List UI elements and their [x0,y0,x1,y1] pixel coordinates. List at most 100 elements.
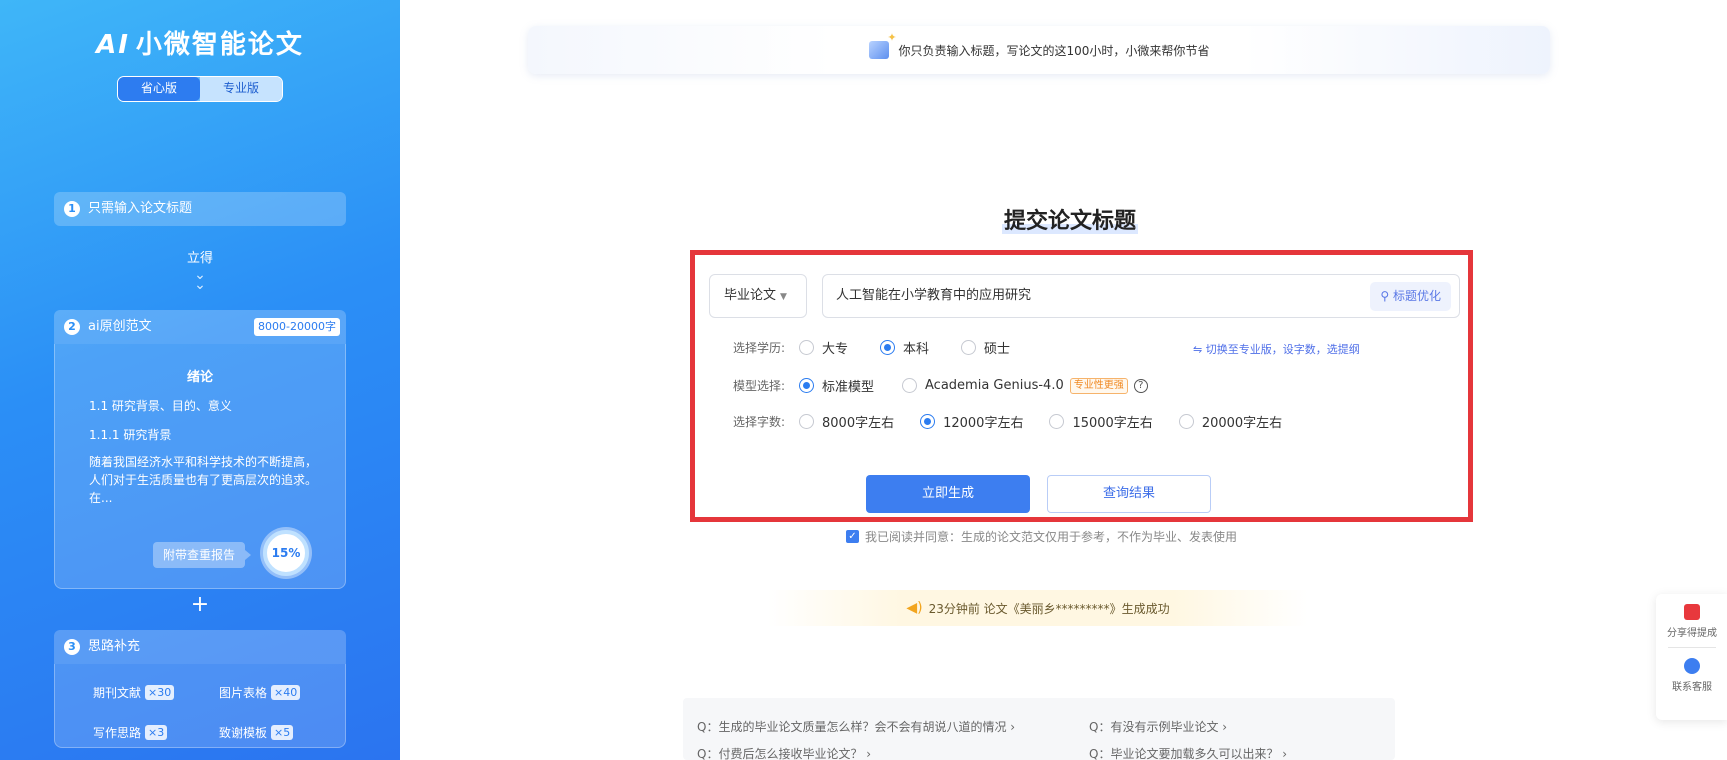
caret-down-icon: ▼ [780,292,787,302]
essay-subsection: 1.1.1 研究背景 [89,428,172,442]
idea-item: 写作思路 ×3 [93,719,219,748]
radio-dot [1178,414,1194,429]
radio-words-20000[interactable]: 20000字左右 [1178,412,1283,431]
radio-words-8000[interactable]: 8000字左右 [799,412,894,431]
step-2-bar: 2 ai原创范文 8000-20000字 [54,310,346,344]
word-count-row: 选择字数: 8000字左右 12000字左右 15000字左右 20000字左右 [695,412,1314,431]
radio-words-15000[interactable]: 15000字左右 [1049,412,1153,431]
pro-badge: 专业性更强 [1069,377,1128,394]
step-number: 2 [64,319,80,335]
essay-preview-card: 绪论 1.1 研究背景、目的、意义 1.1.1 研究背景 随着我国经济水平和科学… [54,344,346,589]
radio-dot [799,414,814,429]
radio-dot [1049,414,1065,429]
radio-model-academia-genius[interactable]: Academia Genius-4.0 [902,378,1064,393]
radio-label: 本科 [903,342,930,357]
idea-count: ×40 [271,684,301,700]
radio-dot [902,378,918,393]
similarity-percent-badge: 15% [263,530,309,576]
idea-item: 期刊文献 ×30 [93,678,219,707]
agreement-text: 我已阅读并同意：生成的论文范文仅用于参考，不作为毕业、发表使用 [865,530,1238,544]
radio-label: 标准模型 [822,380,875,395]
step-2-label: ai原创范文 [88,319,152,334]
ideas-grid: 期刊文献 ×30 图片表格 ×40 写作思路 ×3 致谢模板 ×5 [54,664,346,748]
essay-heading: 绪论 [186,370,213,385]
step-number: 3 [64,639,80,655]
switch-icon: ⇋ [1193,343,1206,356]
faq-item[interactable]: Q：毕业论文要加载多久可以出来？ › [1089,745,1409,760]
contact-service-button[interactable]: 联系客服 [1656,658,1727,693]
page-title-text: 提交论文标题 [1001,209,1138,234]
optimize-title-button[interactable]: ⚲ 标题优化 [1370,282,1451,311]
radio-education-bachelor[interactable]: 本科 [880,338,929,357]
radio-label: Academia Genius-4.0 [925,378,1064,393]
idea-label: 图片表格 [219,685,268,700]
idea-label: 期刊文献 [93,685,142,700]
notice-text: 23分钟前 论文《美丽乡*********》生成成功 [928,601,1170,616]
thesis-type-value: 毕业论文 [724,288,777,303]
radio-label: 15000字左右 [1072,416,1153,431]
banner-text: 你只负责输入标题，写论文的这100小时，小微来帮你节省 [898,43,1210,58]
radio-words-12000[interactable]: 12000字左右 [920,412,1023,431]
divider [1668,647,1716,648]
share-earn-button[interactable]: 分享得提成 [1656,604,1727,639]
essay-paragraph: 随着我国经济水平和科学技术的不断提高，人们对于生活质量也有了更高层次的追求。在.… [89,455,318,505]
radio-label: 12000字左右 [943,416,1024,431]
version-toggle[interactable]: 省心版 专业版 [117,76,283,102]
idea-count: ×30 [145,684,175,700]
model-label: 模型选择: [732,379,785,393]
radio-label: 8000字左右 [822,416,895,431]
switch-pro-label: 切换至专业版，设字数，选提纲 [1205,343,1360,356]
radio-dot [961,340,977,355]
optimize-title-label: 标题优化 [1392,289,1441,303]
logo: AI 小微智能论文 [0,24,400,61]
radio-dot [880,340,896,355]
logo-text: 小微智能论文 [135,30,304,60]
radio-label: 硕士 [984,342,1011,357]
sidebar: AI 小微智能论文 省心版 专业版 1 只需输入论文标题 立得 ⌄ ⌄ 2 ai原创… [0,0,400,760]
radio-model-standard[interactable]: 标准模型 [799,376,874,395]
radio-dot [920,414,936,429]
generate-button[interactable]: 立即生成 [866,475,1030,513]
logo-mark: AI [96,30,130,60]
idea-item: 图片表格 ×40 [219,678,345,707]
step-3-label: 思路补充 [88,639,141,654]
essay-section: 1.1 研究背景、目的、意义 [89,399,232,413]
radio-education-junior[interactable]: 大专 [799,338,848,357]
step-3-bar: 3 思路补充 [54,630,346,664]
faq-item[interactable]: Q：付费后怎么接收毕业论文？ › [697,745,1089,760]
education-label: 选择学历: [732,341,785,355]
instant-label: 立得 [186,251,213,266]
generation-notice: ◀) 23分钟前 论文《美丽乡*********》生成成功 [768,590,1308,626]
tab-pro-version[interactable]: 专业版 [200,77,282,101]
red-envelope-icon [1684,604,1700,620]
agreement-row[interactable]: ✓ 我已阅读并同意：生成的论文范文仅用于参考，不作为毕业、发表使用 [846,528,1237,545]
plagiarism-report-tag: 附带查重报告 [153,542,252,568]
radio-dot [799,378,814,393]
checkbox-checked-icon[interactable]: ✓ [846,530,859,543]
radio-education-master[interactable]: 硕士 [961,338,1010,357]
switch-pro-link[interactable]: ⇋ 切换至专业版，设字数，选提纲 [1193,341,1360,357]
submit-form: 毕业论文 ▼ 人工智能在小学教育中的应用研究 ⚲ 标题优化 选择学历: 大专 本科… [690,250,1473,522]
title-input[interactable]: 人工智能在小学教育中的应用研究 ⚲ 标题优化 [822,274,1460,318]
model-row: 模型选择: 标准模型 Academia Genius-4.0 专业性更强 ? [695,376,1148,395]
customer-service-icon [1684,658,1700,674]
floating-toolbar: 分享得提成 联系客服 [1656,594,1727,720]
word-range-badge: 8000-20000字 [254,318,340,336]
radio-dot [799,340,814,355]
contact-service-label: 联系客服 [1672,682,1712,693]
education-row: 选择学历: 大专 本科 硕士 [695,338,1042,357]
idea-count: ×3 [145,725,168,741]
tab-easy-version[interactable]: 省心版 [118,77,200,101]
share-earn-label: 分享得提成 [1667,628,1717,639]
title-input-value: 人工智能在小学教育中的应用研究 [836,288,1032,303]
help-icon[interactable]: ? [1133,378,1148,393]
radio-label: 20000字左右 [1201,416,1283,431]
faq-item[interactable]: Q：有没有示例毕业论文 › [1089,718,1409,735]
query-result-button[interactable]: 查询结果 [1047,475,1211,513]
chevron-double-down-icon: ⌄ ⌄ [194,267,206,293]
word-count-label: 选择字数: [732,415,785,429]
page-title: 提交论文标题 [0,203,1727,235]
thesis-type-select[interactable]: 毕业论文 ▼ [709,274,807,318]
idea-label: 致谢模板 [219,726,268,741]
faq-item[interactable]: Q：生成的毕业论文质量怎么样？会不会有胡说八道的情况 › [697,718,1089,735]
